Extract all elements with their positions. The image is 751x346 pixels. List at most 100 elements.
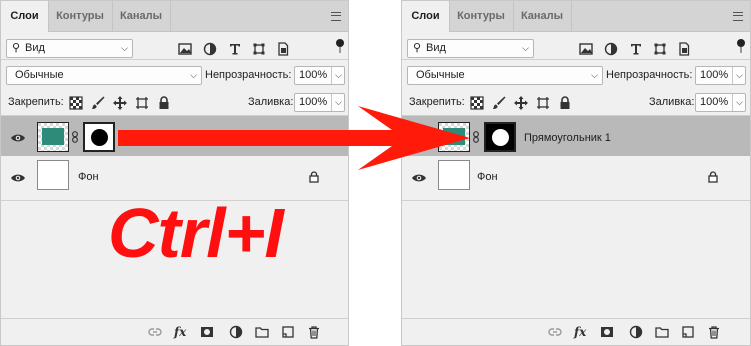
layer-thumbnail[interactable] — [438, 122, 470, 152]
adjustment-icon[interactable] — [229, 325, 243, 339]
tab-paths[interactable]: Контуры — [449, 1, 514, 31]
new-layer-icon[interactable] — [281, 325, 295, 339]
tab-channels[interactable]: Каналы — [112, 1, 171, 31]
lock-pixels-icon[interactable] — [90, 95, 106, 111]
lock-icon — [707, 171, 719, 183]
lock-artboard-icon[interactable] — [535, 95, 551, 111]
filter-kind-value: Вид — [25, 42, 45, 54]
filter-toggle[interactable] — [336, 39, 344, 53]
fill-value: 100% — [299, 96, 328, 108]
adjustment-filter-icon[interactable] — [202, 41, 218, 57]
panel-menu-icon[interactable] — [733, 12, 743, 21]
link-icon[interactable] — [548, 325, 562, 339]
fill-input[interactable]: 100% ⌵ — [294, 93, 345, 112]
chevron-down-icon: ⌵ — [331, 94, 342, 111]
filter-kind-select[interactable]: ⚲ Вид ⌵ — [6, 39, 133, 58]
fx-icon[interactable]: fx — [174, 325, 192, 339]
fill-label: Заливка: — [649, 96, 695, 108]
opacity-label: Непрозрачность: — [205, 69, 292, 81]
panel-tabs: Слои Контуры Каналы — [1, 1, 348, 32]
layer-thumbnail[interactable] — [438, 160, 470, 190]
lock-all-icon[interactable] — [557, 95, 573, 111]
fill-label: Заливка: — [248, 96, 294, 108]
lock-all-icon[interactable] — [156, 95, 172, 111]
fx-icon[interactable]: fx — [574, 325, 592, 339]
layer-mask-thumbnail[interactable] — [484, 122, 516, 152]
mask-icon[interactable] — [600, 325, 614, 339]
opacity-input[interactable]: 100% ⌵ — [294, 66, 345, 85]
folder-icon[interactable] — [655, 325, 669, 339]
mask-icon[interactable] — [200, 325, 214, 339]
fill-input[interactable]: 100% ⌵ — [695, 93, 746, 112]
lock-artboard-icon[interactable] — [134, 95, 150, 111]
adjustment-icon[interactable] — [629, 325, 643, 339]
tab-layers[interactable]: Слои — [402, 1, 450, 32]
visibility-eye-icon[interactable] — [10, 130, 26, 146]
type-filter-icon[interactable] — [227, 41, 243, 57]
visibility-eye-icon[interactable] — [10, 170, 26, 186]
chevron-down-icon: ⌵ — [190, 70, 197, 80]
panel-footer: fx — [1, 318, 348, 345]
layer-row-rectangle[interactable]: Прямоугольник 1 — [402, 116, 750, 160]
opacity-value: 100% — [700, 69, 729, 81]
layer-thumbnail[interactable] — [37, 160, 69, 190]
lock-position-icon[interactable] — [112, 95, 128, 111]
lock-pixels-icon[interactable] — [491, 95, 507, 111]
layer-row-background[interactable]: Фон — [402, 156, 750, 201]
search-icon: ⚲ — [413, 42, 422, 54]
filter-toggle[interactable] — [737, 39, 745, 53]
layer-thumbnail[interactable] — [37, 122, 69, 152]
lock-transparent-icon[interactable] — [469, 95, 485, 111]
teal-rectangle-preview — [443, 128, 465, 145]
panel-menu-icon[interactable] — [331, 12, 341, 21]
opacity-input[interactable]: 100% ⌵ — [695, 66, 746, 85]
trash-icon[interactable] — [307, 325, 321, 339]
filter-kind-select[interactable]: ⚲ Вид ⌵ — [407, 39, 534, 58]
black-circle-mask — [91, 129, 108, 146]
new-layer-icon[interactable] — [681, 325, 695, 339]
blend-mode-select[interactable]: Обычные ⌵ — [6, 66, 202, 85]
shape-filter-icon[interactable] — [251, 41, 267, 57]
shape-filter-icon[interactable] — [652, 41, 668, 57]
image-filter-icon[interactable] — [578, 41, 594, 57]
lock-label: Закрепить: — [8, 96, 64, 108]
blend-mode-value: Обычные — [15, 69, 64, 81]
divider — [1, 59, 348, 60]
link-icon[interactable] — [148, 325, 162, 339]
layer-mask-thumbnail[interactable] — [83, 122, 115, 152]
panel-footer: fx — [402, 318, 750, 345]
layer-name: Фон — [477, 171, 498, 183]
trash-icon[interactable] — [707, 325, 721, 339]
layers-panel-right: Слои Контуры Каналы ⚲ Вид ⌵ Обычные ⌵ Не… — [401, 0, 751, 346]
chain-link-icon[interactable] — [72, 131, 78, 143]
layer-row-rectangle[interactable] — [1, 116, 348, 160]
image-filter-icon[interactable] — [177, 41, 193, 57]
visibility-eye-icon[interactable] — [411, 170, 427, 186]
chain-link-icon[interactable] — [473, 131, 479, 143]
divider — [402, 59, 750, 60]
panel-tabs: Слои Контуры Каналы — [402, 1, 750, 32]
lock-transparent-icon[interactable] — [68, 95, 84, 111]
white-circle-mask — [492, 129, 509, 146]
smart-object-filter-icon[interactable] — [275, 41, 291, 57]
layer-name: Прямоугольник 1 — [524, 132, 611, 144]
tab-layers[interactable]: Слои — [1, 1, 49, 32]
layer-name: Фон — [78, 171, 99, 183]
chevron-down-icon: ⌵ — [732, 94, 743, 111]
lock-position-icon[interactable] — [513, 95, 529, 111]
visibility-eye-icon[interactable] — [411, 130, 427, 146]
folder-icon[interactable] — [255, 325, 269, 339]
lock-label: Закрепить: — [409, 96, 465, 108]
blend-mode-value: Обычные — [416, 69, 465, 81]
chevron-down-icon: ⌵ — [732, 67, 743, 84]
opacity-value: 100% — [299, 69, 328, 81]
tab-channels[interactable]: Каналы — [513, 1, 572, 31]
smart-object-filter-icon[interactable] — [676, 41, 692, 57]
chevron-down-icon: ⌵ — [591, 70, 598, 80]
tab-paths[interactable]: Контуры — [48, 1, 113, 31]
lock-icon — [308, 171, 320, 183]
opacity-label: Непрозрачность: — [606, 69, 693, 81]
adjustment-filter-icon[interactable] — [603, 41, 619, 57]
blend-mode-select[interactable]: Обычные ⌵ — [407, 66, 603, 85]
type-filter-icon[interactable] — [628, 41, 644, 57]
